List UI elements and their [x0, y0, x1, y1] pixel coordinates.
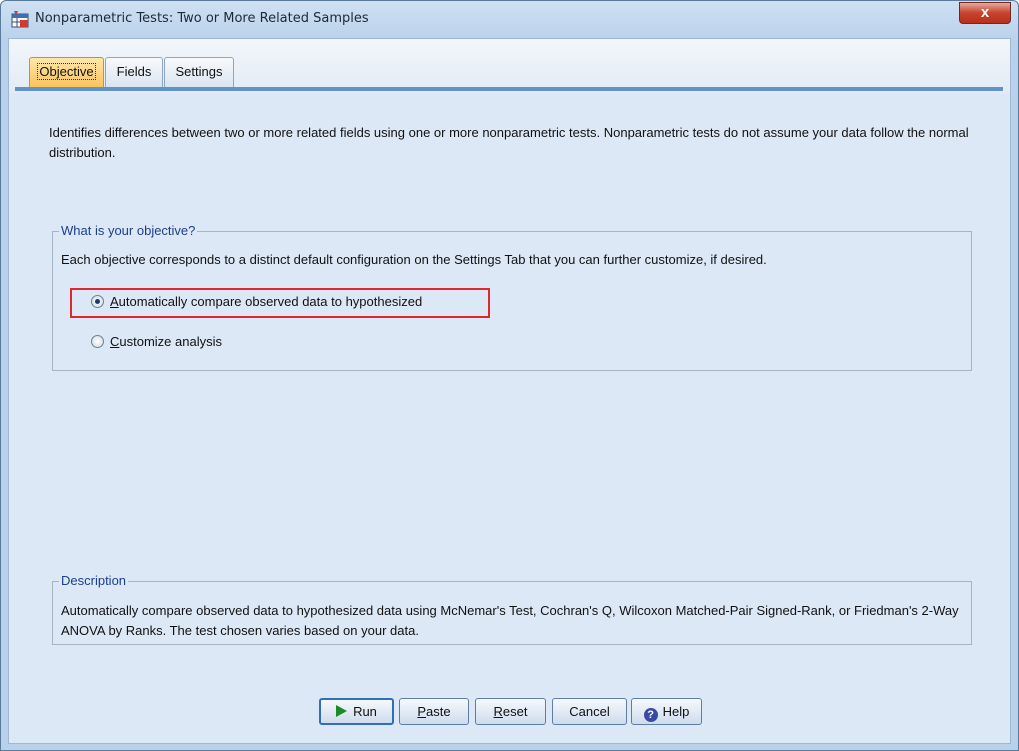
play-icon	[336, 705, 348, 717]
run-button[interactable]: Run	[319, 698, 394, 725]
tab-fields[interactable]: Fields	[105, 57, 163, 87]
paste-button[interactable]: Paste	[399, 698, 469, 725]
close-button[interactable]: x	[959, 2, 1011, 24]
cancel-button[interactable]: Cancel	[552, 698, 627, 725]
radio-button-unchecked[interactable]	[91, 335, 104, 348]
description-text: Automatically compare observed data to h…	[61, 603, 959, 638]
objective-groupbox: What is your objective? Each objective c…	[52, 223, 972, 371]
question-icon: ?	[643, 708, 658, 722]
radio-button-checked[interactable]	[91, 295, 104, 308]
tab-settings[interactable]: Settings	[164, 57, 234, 87]
objective-panel: Identifies differences between two or mo…	[9, 94, 1010, 743]
app-icon	[11, 11, 29, 28]
tab-underline	[15, 87, 1003, 91]
tab-objective[interactable]: Objective	[29, 57, 104, 87]
radio-customize-label: Customize analysis	[110, 334, 222, 349]
radio-automatic-label: Automatically compare observed data to h…	[110, 294, 423, 309]
title-bar[interactable]: Nonparametric Tests: Two or More Related…	[1, 1, 1018, 37]
tab-strip: Objective Fields Settings	[9, 39, 1010, 94]
tab-settings-label: Settings	[175, 64, 223, 79]
intro-text: Identifies differences between two or mo…	[49, 125, 969, 160]
button-bar: Run Paste Reset Cancel ? Help	[9, 698, 1010, 728]
help-label: Help	[662, 704, 690, 719]
reset-label: Reset	[493, 704, 528, 719]
tab-objective-label: Objective	[37, 63, 96, 80]
window-title: Nonparametric Tests: Two or More Related…	[35, 11, 369, 26]
description-legend: Description	[59, 573, 129, 588]
help-button[interactable]: ? Help	[631, 698, 702, 725]
objective-legend: What is your objective?	[59, 223, 198, 238]
tab-fields-label: Fields	[116, 64, 152, 79]
run-label: Run	[353, 704, 377, 719]
dialog-client-area: Objective Fields Settings Identifies dif…	[8, 38, 1011, 744]
description-groupbox: Description Automatically compare observ…	[52, 573, 972, 645]
dialog-window: Nonparametric Tests: Two or More Related…	[0, 0, 1019, 751]
paste-label: Paste	[417, 704, 451, 719]
objective-description: Each objective corresponds to a distinct…	[61, 252, 767, 267]
reset-button[interactable]: Reset	[475, 698, 546, 725]
